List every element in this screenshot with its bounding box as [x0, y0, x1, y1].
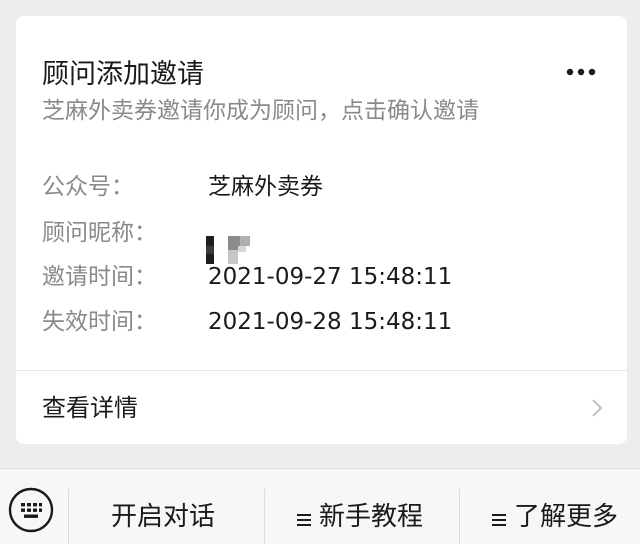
- keyboard-toggle-button[interactable]: [0, 469, 68, 544]
- menu-item-label: 开启对话: [111, 502, 216, 532]
- card-title: 顾问添加邀请: [42, 59, 204, 90]
- expire-time-value: 2021-09-28 15:48:11: [208, 309, 453, 335]
- menu-lines-icon: [297, 514, 311, 526]
- view-details-row[interactable]: 查看详情: [16, 371, 627, 444]
- menu-item-label: 了解更多: [514, 502, 619, 532]
- more-dots-icon[interactable]: [564, 66, 598, 78]
- menu-item-tutorial[interactable]: 新手教程: [265, 469, 459, 544]
- blurred-nickname-image: [206, 236, 250, 264]
- menu-lines-icon: [492, 514, 506, 526]
- account-value: 芝麻外卖券: [208, 174, 323, 200]
- account-label: 公众号：: [42, 174, 134, 200]
- card-description: 芝麻外卖券邀请你成为顾问，点击确认邀请: [42, 98, 479, 124]
- expire-time-label: 失效时间：: [42, 309, 157, 335]
- menu-item-start-chat[interactable]: 开启对话: [69, 469, 264, 544]
- invite-time-value: 2021-09-27 15:48:11: [208, 264, 453, 290]
- view-details-label: 查看详情: [42, 394, 138, 422]
- bottom-menu-bar: 开启对话 新手教程 了解更多: [0, 468, 640, 544]
- invite-card: 顾问添加邀请 芝麻外卖券邀请你成为顾问，点击确认邀请 公众号： 芝麻外卖券 顾问…: [16, 16, 627, 444]
- menu-item-learn-more[interactable]: 了解更多: [460, 469, 640, 544]
- menu-item-label: 新手教程: [319, 502, 424, 532]
- keyboard-icon: [8, 487, 54, 533]
- chevron-right-icon: [592, 399, 603, 417]
- nickname-label: 顾问昵称：: [42, 220, 157, 246]
- invite-time-label: 邀请时间：: [42, 264, 157, 290]
